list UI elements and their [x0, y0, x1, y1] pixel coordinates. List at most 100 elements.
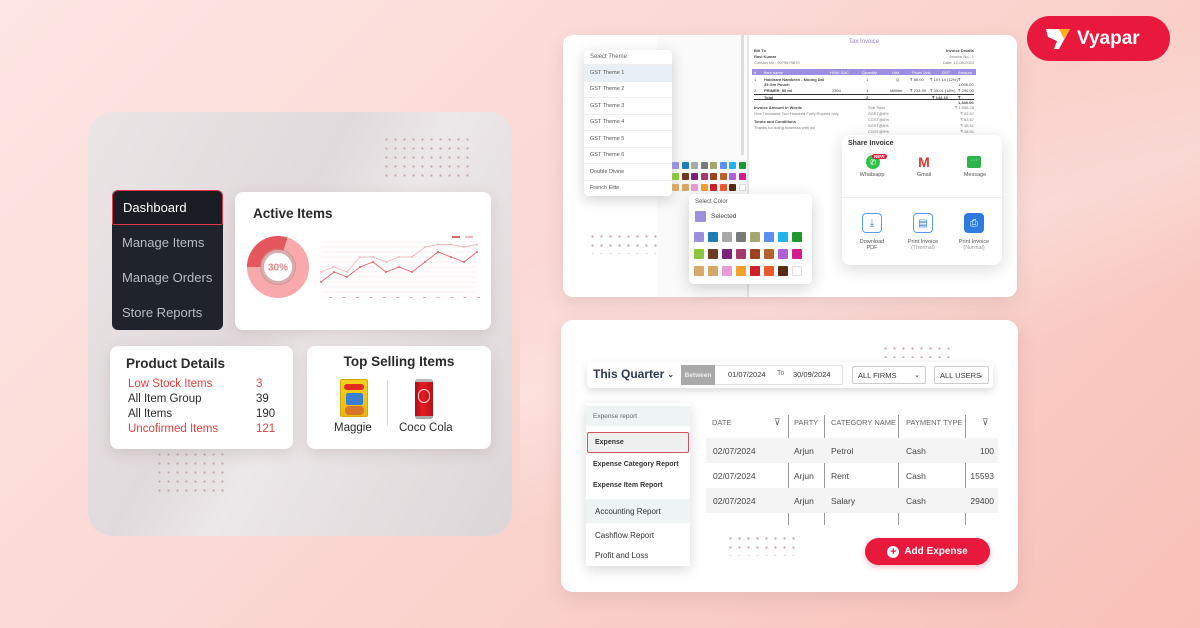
- menu-item-expense[interactable]: Expense: [587, 432, 689, 453]
- printer-icon[interactable]: ⎙: [964, 213, 984, 233]
- sidebar-item-manage-items[interactable]: Manage Items: [112, 225, 223, 260]
- color-swatch[interactable]: [738, 162, 746, 169]
- color-swatch[interactable]: [729, 184, 736, 191]
- column-header-party[interactable]: PARTY: [794, 411, 818, 433]
- theme-option[interactable]: French Elite: [584, 179, 672, 197]
- color-swatch[interactable]: [694, 266, 704, 276]
- color-swatch[interactable]: [708, 266, 718, 276]
- color-swatch[interactable]: [778, 266, 788, 276]
- all-items-row[interactable]: All Items 190: [128, 408, 278, 420]
- filter-icon[interactable]: ⊽: [774, 411, 781, 433]
- theme-option[interactable]: GST Theme 4: [584, 113, 672, 131]
- sidebar-item-dashboard[interactable]: Dashboard: [112, 190, 223, 225]
- theme-option[interactable]: Double Divine: [584, 163, 672, 180]
- color-swatch[interactable]: [729, 173, 736, 180]
- color-swatch[interactable]: [719, 184, 727, 191]
- item-group-row[interactable]: All Item Group 39: [128, 393, 278, 405]
- color-swatch[interactable]: [691, 162, 698, 169]
- theme-option[interactable]: GST Theme 6: [584, 146, 672, 164]
- table-row[interactable]: 02/07/2024 Arjun Rent Cash 15593: [706, 463, 998, 488]
- theme-option[interactable]: GST Theme 3: [584, 97, 672, 114]
- sidebar-item-label: Manage Items: [122, 235, 205, 250]
- filter-icon[interactable]: ⊽: [982, 411, 989, 433]
- column-header-category[interactable]: CATEGORY NAME: [831, 411, 896, 433]
- add-expense-button[interactable]: + Add Expense: [865, 538, 990, 565]
- color-swatch[interactable]: [710, 184, 717, 191]
- table-row[interactable]: 02/07/2024 Arjun Salary Cash 29400: [706, 488, 998, 513]
- color-swatch[interactable]: [778, 249, 788, 259]
- color-swatch[interactable]: [750, 232, 760, 242]
- color-swatch[interactable]: [764, 249, 774, 259]
- decorative-dots: [155, 450, 227, 492]
- color-swatch[interactable]: [694, 232, 704, 242]
- color-swatch[interactable]: [792, 232, 802, 242]
- low-stock-row[interactable]: Low Stock Items 3: [128, 378, 278, 390]
- scrollbar[interactable]: [741, 35, 744, 155]
- color-swatch[interactable]: [708, 232, 718, 242]
- color-swatch[interactable]: [710, 162, 717, 169]
- data-point: [372, 261, 374, 263]
- table-row[interactable]: 02/07/2024 Arjun Petrol Cash 100: [706, 438, 998, 463]
- column-header-payment-type[interactable]: PAYMENT TYPE: [906, 411, 963, 433]
- sidebar-item-manage-orders[interactable]: Manage Orders: [112, 260, 223, 295]
- color-swatch[interactable]: [681, 184, 689, 191]
- color-swatch[interactable]: [722, 249, 732, 259]
- user-filter-select[interactable]: ALL USERS ⌄: [934, 366, 989, 384]
- color-swatch[interactable]: [700, 184, 708, 191]
- theme-option[interactable]: GST Theme 2: [584, 80, 672, 98]
- color-swatch[interactable]: [750, 249, 760, 259]
- color-swatch[interactable]: [729, 162, 736, 169]
- color-swatch[interactable]: [792, 249, 802, 259]
- color-swatch[interactable]: [691, 173, 698, 180]
- message-icon[interactable]: ···: [967, 156, 981, 168]
- divider: [842, 197, 1002, 198]
- firm-filter-select[interactable]: ALL FIRMS ⌄: [852, 366, 926, 384]
- print-thermal-button[interactable]: Print Invoice (Thermal): [903, 239, 943, 251]
- color-swatch[interactable]: [736, 266, 746, 276]
- color-swatch[interactable]: [681, 162, 689, 169]
- color-swatch[interactable]: [778, 232, 788, 242]
- brand-name: Vyapar: [1077, 27, 1140, 49]
- color-swatch[interactable]: [738, 184, 746, 191]
- color-swatch[interactable]: [792, 266, 802, 276]
- color-swatch[interactable]: [672, 162, 679, 169]
- period-select[interactable]: This Quarter ⌄: [593, 367, 674, 381]
- download-icon[interactable]: ⤓: [862, 213, 882, 233]
- color-swatch[interactable]: [700, 173, 708, 180]
- from-date-input[interactable]: 01/07/2024: [728, 370, 766, 379]
- menu-item-expense-category-report[interactable]: Expense Category Report: [586, 454, 690, 474]
- sidebar-item-store-reports[interactable]: Store Reports: [112, 295, 223, 330]
- color-swatch[interactable]: [764, 232, 774, 242]
- unconfirmed-items-row[interactable]: Uncofirmed Items 121: [128, 423, 278, 435]
- color-swatch[interactable]: [736, 249, 746, 259]
- gmail-icon[interactable]: M: [915, 155, 933, 169]
- color-swatch[interactable]: [694, 249, 704, 259]
- color-swatch[interactable]: [710, 173, 717, 180]
- theme-option[interactable]: GST Theme 1: [584, 64, 672, 81]
- color-swatch[interactable]: [750, 266, 760, 276]
- menu-item-expense-item-report[interactable]: Expense Item Report: [586, 475, 690, 495]
- data-point: [424, 261, 426, 263]
- color-swatch[interactable]: [719, 173, 727, 180]
- color-swatch[interactable]: [719, 162, 727, 169]
- column-header-date[interactable]: DATE: [712, 411, 731, 433]
- menu-item-profit-and-loss[interactable]: Profit and Loss: [586, 545, 690, 565]
- color-swatch[interactable]: [764, 266, 774, 276]
- color-swatch[interactable]: [738, 173, 746, 180]
- print-normal-button[interactable]: Print Invoice (Normal): [954, 239, 994, 251]
- color-swatch[interactable]: [700, 162, 708, 169]
- color-swatch[interactable]: [691, 184, 698, 191]
- color-swatch[interactable]: [672, 173, 679, 180]
- menu-item-accounting-report[interactable]: Accounting Report: [586, 499, 690, 523]
- color-swatch[interactable]: [736, 232, 746, 242]
- color-swatch[interactable]: [722, 232, 732, 242]
- color-swatch[interactable]: [708, 249, 718, 259]
- receipt-icon[interactable]: ▤: [913, 213, 933, 233]
- color-swatch[interactable]: [672, 184, 679, 191]
- color-swatch[interactable]: [722, 266, 732, 276]
- to-date-input[interactable]: 30/09/2024: [793, 370, 831, 379]
- menu-item-cashflow-report[interactable]: Cashflow Report: [586, 525, 690, 545]
- download-pdf-button[interactable]: Download PDF: [852, 239, 892, 251]
- theme-option[interactable]: GST Theme 5: [584, 130, 672, 147]
- color-swatch[interactable]: [681, 173, 689, 180]
